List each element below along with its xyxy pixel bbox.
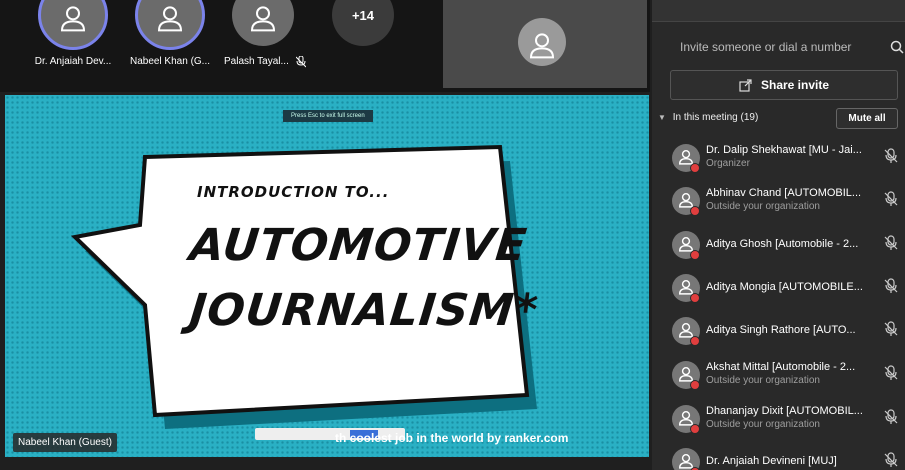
avatar xyxy=(672,317,700,346)
avatar xyxy=(672,144,700,173)
participant-name: Aditya Ghosh [Automobile - 2... xyxy=(706,238,859,250)
participant-tile[interactable]: Dr. Anjaiah Dev... xyxy=(35,0,111,67)
status-dot xyxy=(690,380,700,390)
avatar xyxy=(518,18,566,66)
share-invite-label: Share invite xyxy=(760,78,830,92)
avatar xyxy=(672,405,700,434)
mic-off-icon[interactable] xyxy=(884,278,898,294)
participant-row[interactable]: Dr. Anjaiah Devineni [MUJ] xyxy=(652,444,905,470)
avatar xyxy=(672,448,700,470)
participant-name: Dhananjay Dixit [AUTOMOBIL... xyxy=(706,405,863,417)
participant-name: Akshat Mittal [Automobile - 2... xyxy=(706,361,856,373)
share-invite-button[interactable]: Share invite xyxy=(670,70,898,100)
avatar xyxy=(38,0,108,50)
person-icon xyxy=(678,323,694,338)
participant-row[interactable]: Aditya Mongia [AUTOMOBILE... xyxy=(652,270,905,312)
person-icon xyxy=(678,454,694,469)
slide-intro: INTRODUCTION TO... xyxy=(197,183,390,201)
status-dot xyxy=(690,206,700,216)
tile-name: Dr. Anjaiah Dev... xyxy=(34,56,112,67)
participant-row[interactable]: Abhinav Chand [AUTOMOBIL... Outside your … xyxy=(652,183,905,225)
mic-off-icon[interactable] xyxy=(884,452,898,468)
mic-off-icon[interactable] xyxy=(884,235,898,251)
search-icon[interactable] xyxy=(890,40,904,54)
participant-subtitle: Outside your organization xyxy=(706,375,820,386)
participant-row[interactable]: Akshat Mittal [Automobile - 2... Outside … xyxy=(652,357,905,399)
mic-off-icon[interactable] xyxy=(884,148,898,164)
more-count: +14 xyxy=(332,0,394,46)
speech-bubble xyxy=(70,144,537,429)
person-icon xyxy=(678,237,694,252)
participant-row[interactable]: Dhananjay Dixit [AUTOMOBIL... Outside you… xyxy=(652,401,905,443)
participant-name: Dr. Dalip Shekhawat [MU - Jai... xyxy=(706,144,862,156)
participant-subtitle: Organizer xyxy=(706,158,750,169)
avatar xyxy=(232,0,294,46)
panel-header xyxy=(652,0,905,22)
mic-off-icon[interactable] xyxy=(884,321,898,337)
in-meeting-section-toggle[interactable]: ▼ In this meeting (19) xyxy=(658,112,758,123)
participant-strip: Dr. Anjaiah Dev... Nabeel Khan (G... Pal… xyxy=(0,0,650,92)
participants-panel: Invite someone or dial a number Share in… xyxy=(652,0,905,470)
avatar xyxy=(672,274,700,303)
mic-off-icon xyxy=(296,56,306,68)
status-dot xyxy=(690,293,700,303)
avatar xyxy=(672,361,700,390)
avatar xyxy=(672,187,700,216)
mic-off-icon[interactable] xyxy=(884,191,898,207)
person-icon xyxy=(678,280,694,295)
shared-screen: Press Esc to exit full screen INTRODUCTI… xyxy=(5,95,649,457)
person-icon xyxy=(60,6,86,32)
participant-name: Abhinav Chand [AUTOMOBIL... xyxy=(706,187,862,199)
person-icon xyxy=(678,193,694,208)
slide-caption: th coolest job in the world by ranker.co… xyxy=(335,431,569,445)
avatar xyxy=(672,231,700,260)
participant-name: Aditya Mongia [AUTOMOBILE... xyxy=(706,281,863,293)
person-icon xyxy=(529,33,555,59)
participant-subtitle: Outside your organization xyxy=(706,201,820,212)
chevron-down-icon: ▼ xyxy=(658,113,666,122)
status-dot xyxy=(690,336,700,346)
participant-subtitle: Outside your organization xyxy=(706,419,820,430)
avatar xyxy=(135,0,205,50)
tile-name: Nabeel Khan (G... xyxy=(129,56,211,67)
mic-off-icon[interactable] xyxy=(884,409,898,425)
mute-all-button[interactable]: Mute all xyxy=(836,108,898,129)
mic-off-icon[interactable] xyxy=(884,365,898,381)
person-icon xyxy=(678,150,694,165)
more-participants-button[interactable]: +14 xyxy=(332,0,394,46)
participant-row[interactable]: Aditya Ghosh [Automobile - 2... xyxy=(652,227,905,269)
participant-tile-large[interactable] xyxy=(443,0,647,88)
participant-tile[interactable]: Nabeel Khan (G... xyxy=(130,0,210,67)
slide-title-line2: JOURNALISM* xyxy=(187,285,541,336)
participant-row[interactable]: Aditya Singh Rathore [AUTO... xyxy=(652,313,905,355)
person-icon xyxy=(157,6,183,32)
share-icon xyxy=(739,79,752,92)
participant-name: Aditya Singh Rathore [AUTO... xyxy=(706,324,856,336)
exit-fullscreen-hint: Press Esc to exit full screen xyxy=(283,110,373,122)
participant-name: Dr. Anjaiah Devineni [MUJ] xyxy=(706,455,837,467)
speaker-name-tag: Nabeel Khan (Guest) xyxy=(13,433,117,452)
invite-input[interactable]: Invite someone or dial a number xyxy=(680,40,851,54)
status-dot xyxy=(690,424,700,434)
in-meeting-label: In this meeting (19) xyxy=(672,112,759,123)
participant-tile[interactable]: Palash Tayal... xyxy=(224,0,306,68)
participant-row[interactable]: Dr. Dalip Shekhawat [MU - Jai... Organize… xyxy=(652,140,905,182)
slide-title-line1: AUTOMOTIVE xyxy=(187,220,530,271)
tile-name: Palash Tayal... xyxy=(224,56,289,67)
person-icon xyxy=(678,367,694,382)
person-icon xyxy=(678,411,694,426)
status-dot xyxy=(690,250,700,260)
person-icon xyxy=(250,6,276,32)
status-dot xyxy=(690,163,700,173)
